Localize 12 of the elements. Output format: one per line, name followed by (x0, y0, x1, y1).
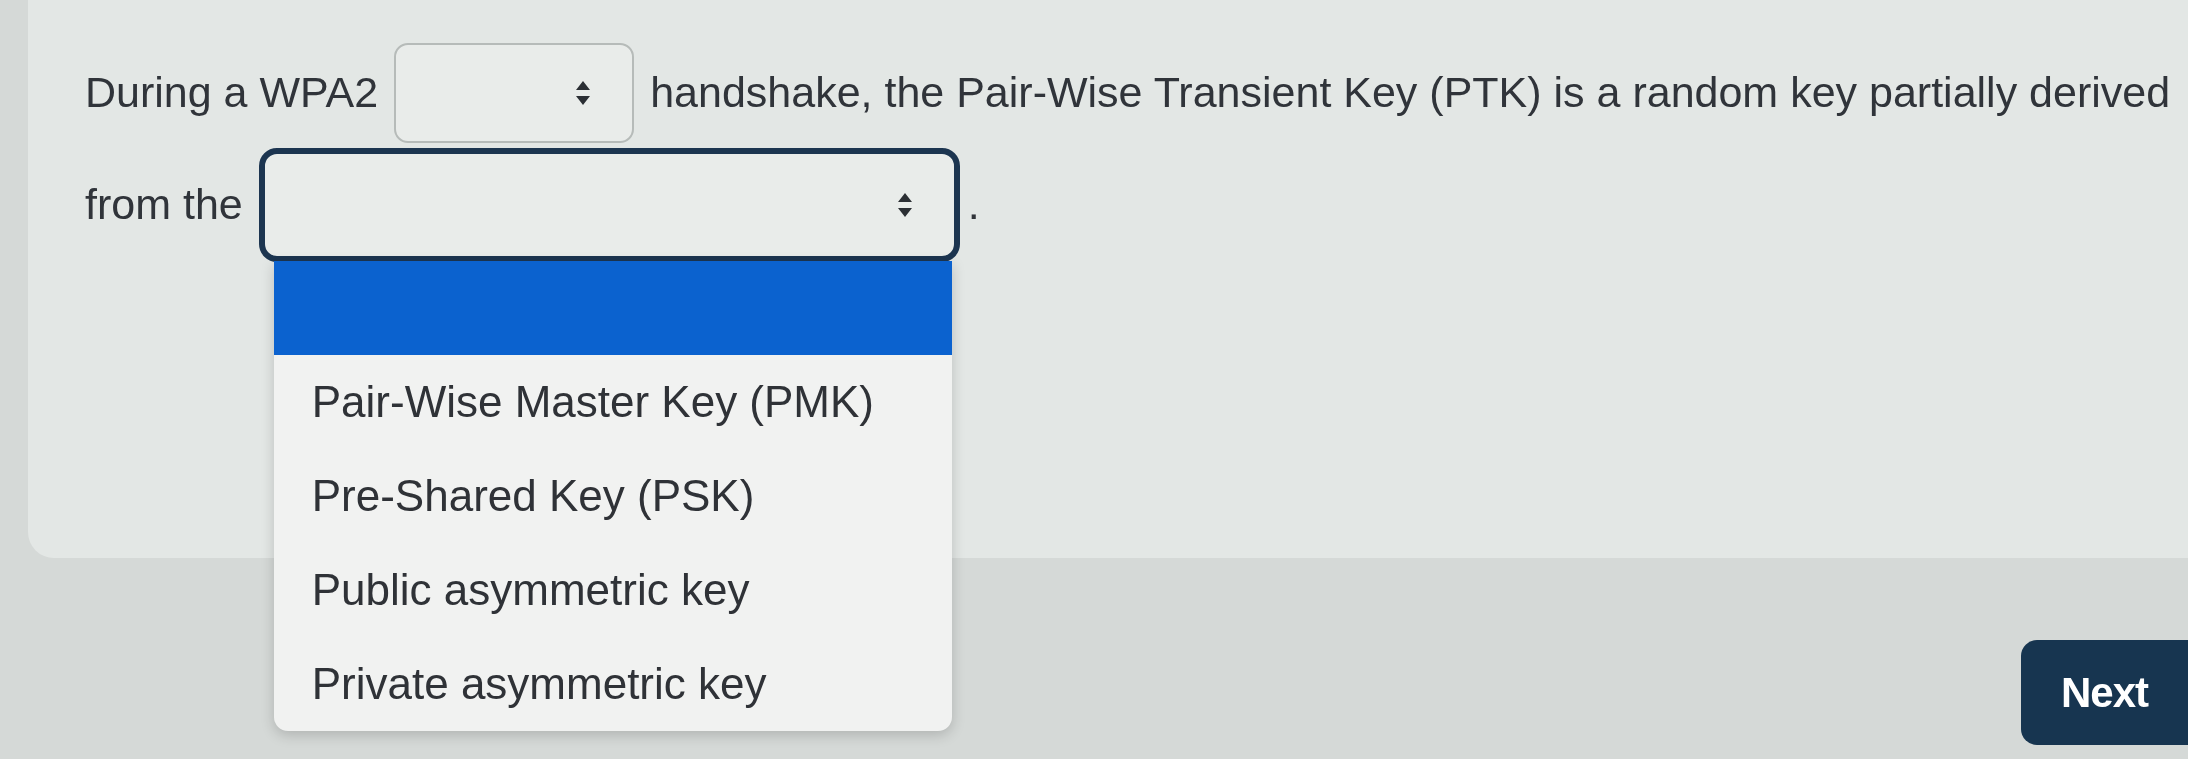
dropdown-option[interactable]: Pair-Wise Master Key (PMK) (273, 355, 952, 449)
question-text: from the (85, 180, 243, 230)
up-down-arrows-icon (576, 81, 591, 105)
next-button[interactable]: Next (2020, 640, 2188, 745)
question-text: handshake, the Pair-Wise Transient Key (PTK) is a random key partially derived (650, 68, 2171, 118)
question-text: . (967, 180, 980, 230)
up-down-arrows-icon (897, 193, 912, 217)
dropdown-option[interactable]: Private asymmetric key (273, 637, 952, 731)
dropdown-option[interactable]: Pre-Shared Key (PSK) (273, 449, 952, 543)
dropdown-select[interactable] (258, 148, 960, 262)
dropdown-option[interactable]: Public asymmetric key (273, 543, 952, 637)
question-text: During a WPA2 (85, 68, 379, 118)
